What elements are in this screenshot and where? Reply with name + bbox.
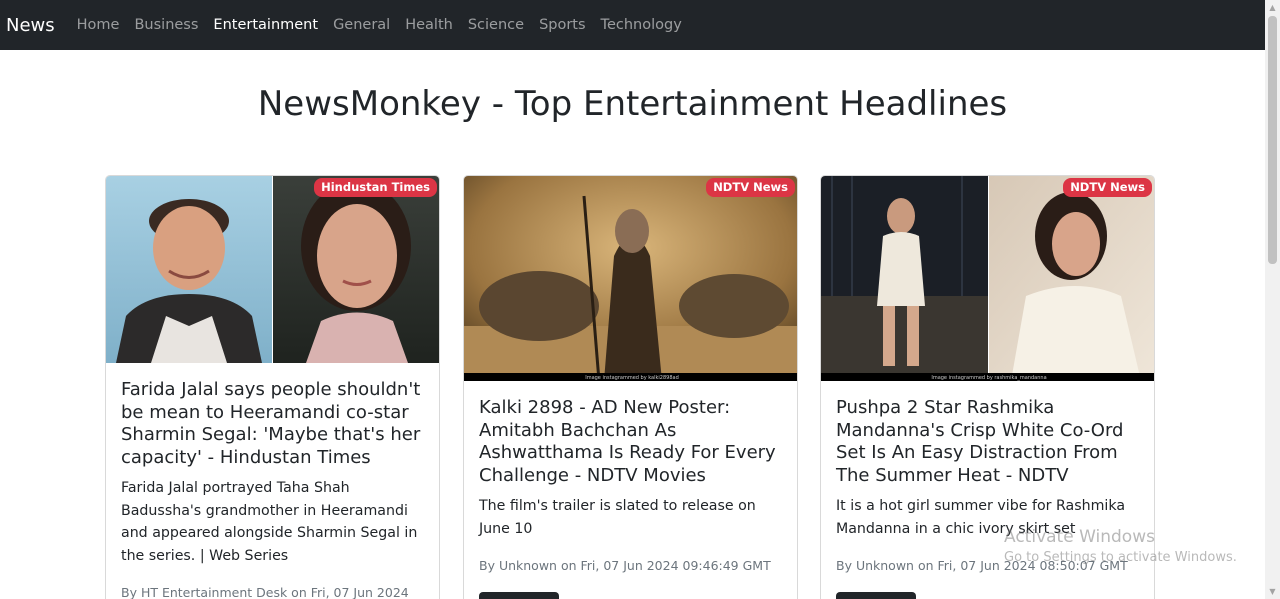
article-photo: [106, 176, 439, 363]
news-card: Image instagrammed by rashmika_mandanna …: [820, 175, 1155, 599]
card-body: Farida Jalal says people shouldn't be me…: [121, 379, 427, 599]
nav-link-health[interactable]: Health: [405, 17, 453, 33]
page-title: NewsMonkey - Top Entertainment Headlines: [257, 84, 1008, 124]
card-meta: By Unknown on Fri, 07 Jun 2024 09:46:49 …: [479, 558, 771, 573]
scroll-down-arrow-icon[interactable]: ▼: [1265, 584, 1280, 599]
card-title: Pushpa 2 Star Rashmika Mandanna's Crisp …: [836, 397, 1124, 486]
card-body: Pushpa 2 Star Rashmika Mandanna's Crisp …: [836, 397, 1142, 573]
nav-link-entertainment[interactable]: Entertainment: [213, 17, 318, 33]
nav-link-general[interactable]: General: [333, 17, 390, 33]
nav-link-sports[interactable]: Sports: [539, 17, 585, 33]
card-image: Image instagrammed by rashmika_mandanna: [821, 176, 1154, 381]
nav-links: Home Business Entertainment General Heal…: [77, 17, 697, 33]
card-description: The film's trailer is slated to release …: [479, 498, 756, 537]
card-image: [106, 176, 439, 363]
card-meta: By Unknown on Fri, 07 Jun 2024 08:50:07 …: [836, 558, 1128, 573]
scrollbar-thumb[interactable]: [1268, 16, 1277, 264]
card-meta: By HT Entertainment Desk on Fri, 07 Jun …: [121, 585, 409, 599]
read-more-button[interactable]: [836, 592, 916, 599]
navbar: News Home Business Entertainment General…: [0, 0, 1265, 50]
card-title: Kalki 2898 - AD New Poster: Amitabh Bach…: [479, 397, 776, 486]
card-description: Farida Jalal portrayed Taha Shah Badussh…: [121, 480, 418, 564]
nav-link-science[interactable]: Science: [468, 17, 524, 33]
scroll-up-arrow-icon[interactable]: ▲: [1265, 0, 1280, 15]
navbar-brand[interactable]: News: [6, 15, 55, 36]
nav-link-business[interactable]: Business: [134, 17, 198, 33]
image-caption: Image instagrammed by kalki2898ad: [585, 375, 679, 381]
nav-link-technology[interactable]: Technology: [601, 17, 682, 33]
card-image: Image instagrammed by kalki2898ad: [464, 176, 797, 381]
card-description: It is a hot girl summer vibe for Rashmik…: [836, 498, 1126, 537]
image-caption: Image instagrammed by rashmika_mandanna: [931, 375, 1046, 381]
article-photo: Image instagrammed by kalki2898ad: [464, 176, 797, 381]
news-card: Image instagrammed by kalki2898ad NDTV N…: [463, 175, 798, 599]
nav-link-home[interactable]: Home: [77, 17, 120, 33]
source-badge: NDTV News: [1063, 178, 1152, 197]
card-title: Farida Jalal says people shouldn't be me…: [121, 379, 421, 468]
source-badge: Hindustan Times: [314, 178, 437, 197]
news-card: Hindustan Times Farida Jalal says people…: [105, 175, 440, 599]
read-more-button[interactable]: [479, 592, 559, 599]
article-photo: Image instagrammed by rashmika_mandanna: [821, 176, 1154, 381]
vertical-scrollbar[interactable]: ▲ ▼: [1265, 0, 1280, 599]
card-body: Kalki 2898 - AD New Poster: Amitabh Bach…: [479, 397, 785, 573]
source-badge: NDTV News: [706, 178, 795, 197]
